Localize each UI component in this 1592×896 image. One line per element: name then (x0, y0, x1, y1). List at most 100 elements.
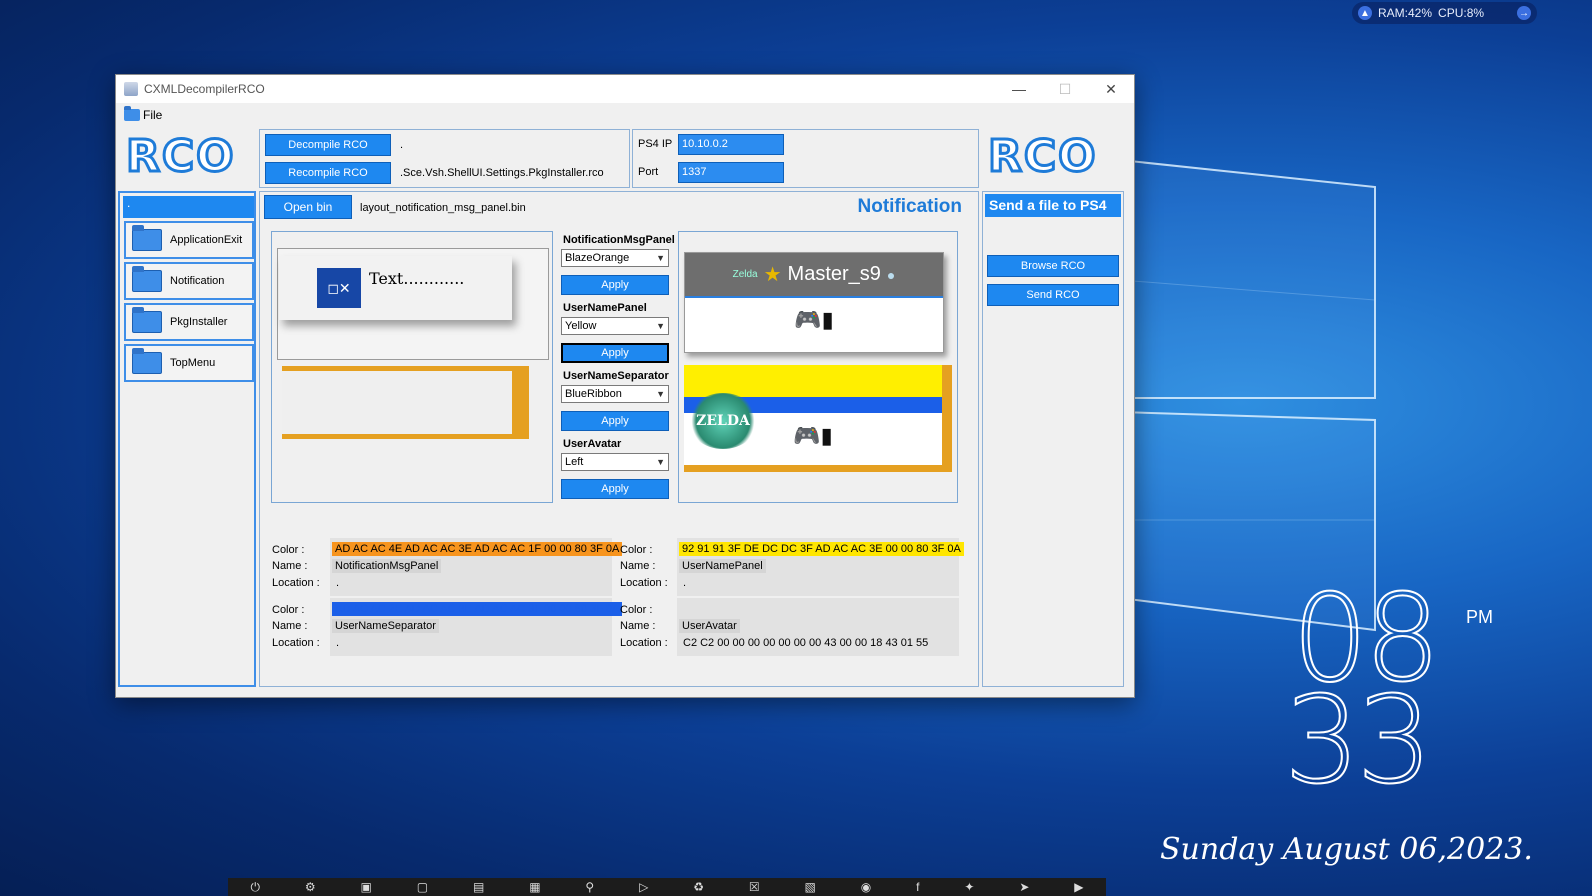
notification-message-panel: ◻✕ Text............ (279, 256, 512, 320)
rocket-icon: ▲ (1358, 6, 1372, 20)
rco-logo-left: RCO (125, 130, 236, 184)
taskbar: ⏻ ⚙ ▣ ▢ ▤ ▦ ⚲ ▷ ♻ ☒ ▧ ◉ f ✦ ➤ ▶ (228, 878, 1106, 896)
folder-icon (132, 225, 162, 251)
system-monitor-widget: ▲ RAM:42% CPU:8% → (1352, 2, 1537, 24)
preview-frame: ◻✕ Text............ (277, 248, 549, 360)
chevron-down-icon: ▼ (656, 457, 665, 467)
location-value: . (336, 577, 340, 589)
clock-ampm: PM (1466, 607, 1493, 627)
usernamepanel-select[interactable]: Yellow ▼ (561, 317, 669, 335)
name-label: Name : (620, 560, 656, 572)
bin-filename: layout_notification_msg_panel.bin (360, 202, 526, 214)
name-value: UserNameSeparator (332, 619, 439, 633)
user-card-preview: Zelda ★ Master_s9 ● 🎮▮ (684, 252, 944, 353)
ps4-ip-label: PS4 IP (638, 138, 673, 150)
gallery-icon[interactable]: ▦ (529, 880, 540, 894)
arrow-right-icon[interactable]: → (1517, 6, 1531, 20)
user-card-preview-2: ZELDA 🎮▮ (684, 365, 952, 472)
settings-icon[interactable]: ⚙ (305, 880, 316, 894)
name-value: UserAvatar (679, 619, 740, 633)
app-window: CXMLDecompilerRCO — ☐ ✕ File RCO RCO Dec… (115, 74, 1135, 698)
send-rco-button[interactable]: Send RCO (987, 284, 1119, 306)
username-panel: Zelda ★ Master_s9 ● (685, 253, 943, 296)
preview-text: Text............ (369, 269, 465, 288)
usernamepanel-label: UserNamePanel (563, 302, 647, 314)
telegram-icon[interactable]: ➤ (1019, 880, 1029, 894)
signal-icon[interactable]: ▧ (805, 880, 816, 894)
useravatar-label: UserAvatar (563, 438, 622, 450)
menu-bar: File (116, 103, 1134, 127)
notificationmsgpanel-label: NotificationMsgPanel (563, 234, 675, 246)
sidebar-item-topmenu[interactable]: TopMenu (124, 344, 254, 382)
sidebar-item-applicationexit[interactable]: ApplicationExit (124, 221, 254, 259)
power-icon[interactable]: ⏻ (250, 880, 260, 895)
port-input[interactable]: 1337 (678, 162, 784, 183)
useravatar-select[interactable]: Left ▼ (561, 453, 669, 471)
main-panel: Open bin layout_notification_msg_panel.b… (259, 191, 979, 687)
chrome-icon[interactable]: ◉ (861, 880, 871, 894)
apply-button-notificationmsgpanel[interactable]: Apply (561, 275, 669, 295)
sidebar-item-pkginstaller[interactable]: PkgInstaller (124, 303, 254, 341)
name-label: Name : (272, 560, 308, 572)
rco-logo-right: RCO (987, 130, 1098, 184)
cpu-usage: CPU:8% (1438, 6, 1485, 20)
minimize-button[interactable]: — (996, 75, 1042, 103)
user-card-inner: ZELDA 🎮▮ (684, 365, 942, 465)
decompile-rco-button[interactable]: Decompile RCO (265, 134, 391, 156)
notificationmsgpanel-select[interactable]: BlazeOrange ▼ (561, 249, 669, 267)
folder-icon (132, 307, 162, 333)
send-panel: Send a file to PS4 Browse RCO Send RCO (982, 191, 1124, 687)
apply-button-usernamepanel[interactable]: Apply (561, 343, 669, 363)
media-icon[interactable]: ▷ (639, 880, 648, 894)
recompile-rco-button[interactable]: Recompile RCO (265, 162, 391, 184)
color-label: Color : (620, 544, 653, 556)
chevron-down-icon: ▼ (656, 389, 665, 399)
trophy-icon: ★ (763, 264, 782, 286)
controller-battery-icon: 🎮▮ (794, 307, 834, 332)
sidebar-item-notification[interactable]: Notification (124, 262, 254, 300)
apply-button-usernameseparator[interactable]: Apply (561, 411, 669, 431)
location-label: Location : (620, 637, 668, 649)
trash-icon[interactable]: ☒ (749, 880, 760, 894)
location-value: . (683, 577, 687, 589)
file-icon[interactable]: ▣ (360, 880, 371, 894)
menu-file[interactable]: File (143, 108, 162, 122)
name-value: NotificationMsgPanel (332, 559, 442, 573)
sidebar-item-label: Notification (170, 275, 225, 287)
maximize-button[interactable]: ☐ (1042, 75, 1088, 103)
color-hex-value: AD AC AC 2E AD AC AC 3E AD AC AC 3F 00 0… (332, 602, 623, 616)
sidebar-header: . (123, 196, 254, 218)
search-icon[interactable]: ⚲ (585, 880, 594, 894)
network-panel: PS4 IP 10.10.0.2 Port 1337 (632, 129, 979, 188)
document-icon[interactable]: ▤ (473, 880, 484, 894)
open-bin-button[interactable]: Open bin (264, 195, 352, 219)
select-value: Yellow (565, 320, 597, 332)
playstation-icon: ◻✕ (317, 268, 361, 308)
title-bar[interactable]: CXMLDecompilerRCO — ☐ ✕ (116, 75, 1134, 103)
color-label: Color : (272, 544, 305, 556)
location-value: C2 C2 00 00 00 00 00 00 00 43 00 00 18 4… (683, 637, 929, 649)
ps4-ip-input[interactable]: 10.10.0.2 (678, 134, 784, 155)
desktop-date: Sunday August 06,2023. (1160, 832, 1533, 867)
youtube-icon[interactable]: ▶ (1074, 880, 1083, 894)
recycle-icon[interactable]: ♻ (693, 880, 704, 894)
platinum-icon: ● (886, 266, 896, 283)
folder-icon (132, 266, 162, 292)
chevron-down-icon: ▼ (656, 321, 665, 331)
monitor-icon[interactable]: ▢ (417, 880, 428, 894)
usernameseparator-label: UserNameSeparator (563, 370, 669, 382)
twitter-icon[interactable]: ✦ (964, 880, 974, 894)
browse-rco-button[interactable]: Browse RCO (987, 255, 1119, 277)
color-hex-value: 92 91 91 3F DE DC DC 3F AD AC AC 3E 00 0… (679, 542, 964, 556)
name-label: Name : (272, 620, 308, 632)
location-value: . (336, 637, 340, 649)
page-heading: Notification (857, 196, 963, 217)
usernameseparator-select[interactable]: BlueRibbon ▼ (561, 385, 669, 403)
name-value: UserNamePanel (679, 559, 766, 573)
chevron-down-icon: ▼ (656, 253, 665, 263)
name-label: Name : (620, 620, 656, 632)
facebook-icon[interactable]: f (916, 880, 919, 894)
select-value: BlueRibbon (565, 388, 622, 400)
close-button[interactable]: ✕ (1088, 75, 1134, 103)
apply-button-useravatar[interactable]: Apply (561, 479, 669, 499)
